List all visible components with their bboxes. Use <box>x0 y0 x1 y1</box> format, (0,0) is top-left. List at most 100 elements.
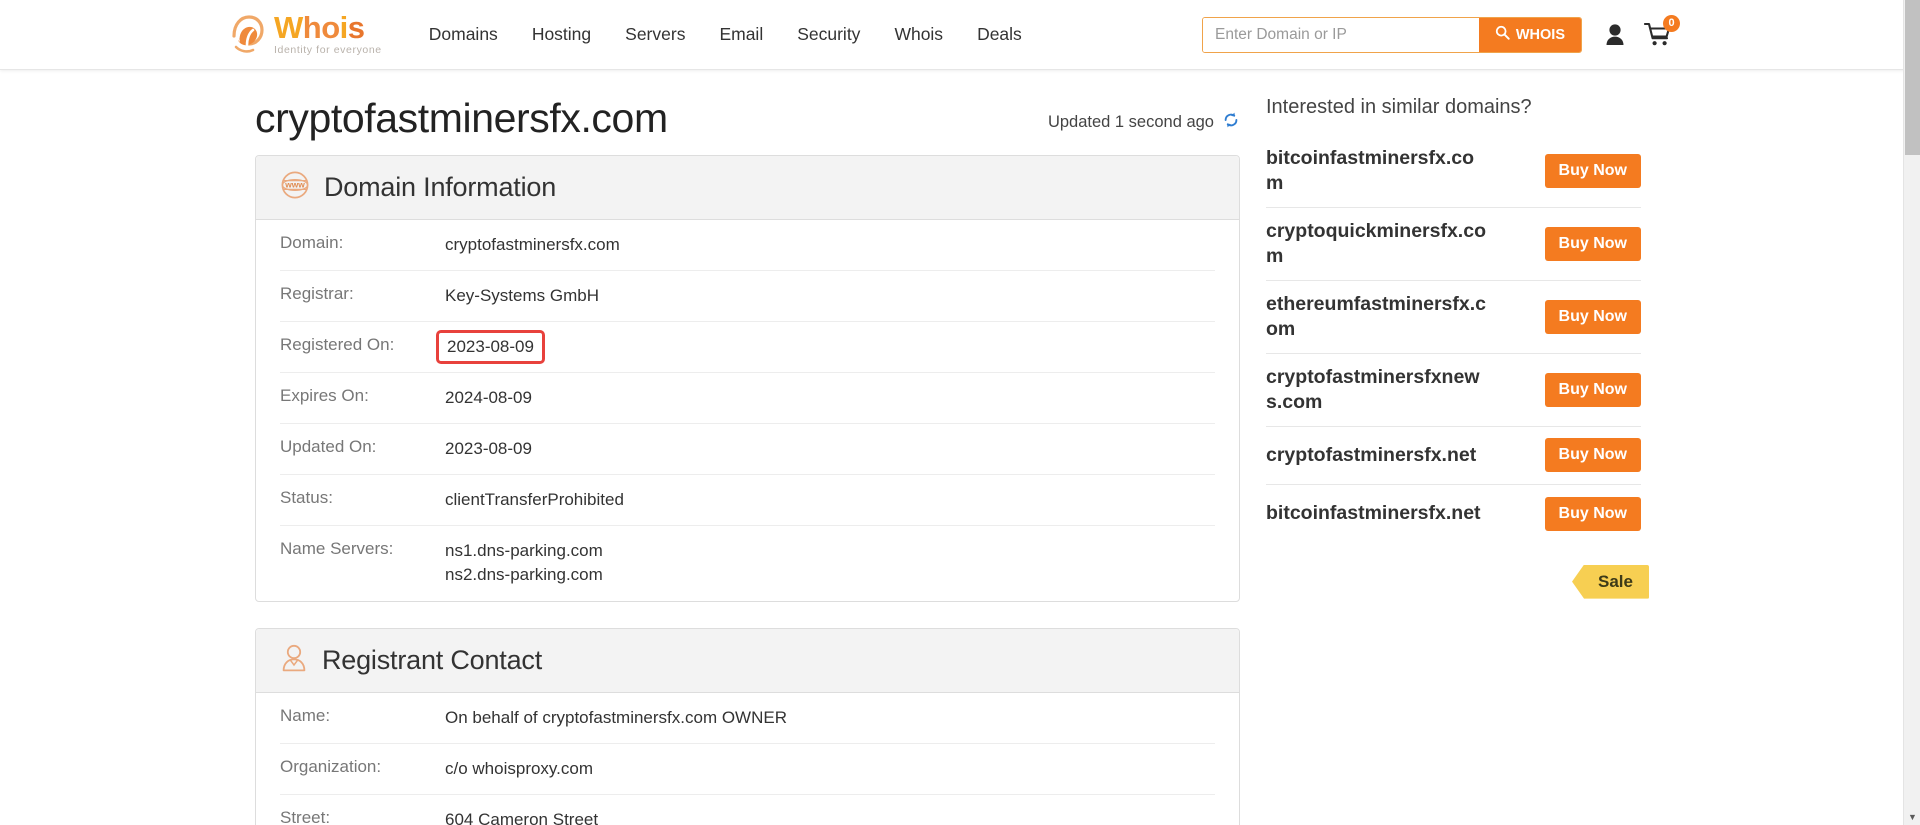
browser-viewport: Whois Identity for everyone Domains Host… <box>0 0 1920 825</box>
similar-domain-name[interactable]: cryptoquickminersfx.com <box>1266 219 1488 269</box>
row-value: c/o whoisproxy.com <box>445 758 594 778</box>
search-input[interactable] <box>1203 17 1479 52</box>
whois-search-button[interactable]: WHOIS <box>1478 17 1581 52</box>
svg-text:www: www <box>284 180 305 190</box>
name-server-entry: ns2.dns-parking.com <box>445 565 603 585</box>
table-row: Organization: c/o whoisproxy.com <box>280 744 1215 795</box>
panel-header: www Domain Information <box>256 156 1239 221</box>
header-icon-group: 0 <box>1604 14 1680 48</box>
row-value: 604 Cameron Street <box>445 809 599 825</box>
row-label: Name Servers: <box>280 539 394 559</box>
nav-item-hosting[interactable]: Hosting <box>515 18 608 51</box>
similar-domain-row: cryptofastminersfx.net Buy Now <box>1266 427 1641 485</box>
nav-item-whois[interactable]: Whois <box>877 18 960 51</box>
similar-domain-row: bitcoinfastminersfx.net Buy Now <box>1266 485 1641 543</box>
nav-item-security[interactable]: Security <box>780 18 877 51</box>
similar-domain-name[interactable]: bitcoinfastminersfx.net <box>1266 501 1481 526</box>
row-value: On behalf of cryptofastminersfx.com OWNE… <box>445 707 787 727</box>
row-value: 2024-08-09 <box>445 387 532 407</box>
cart-icon <box>1643 22 1672 52</box>
table-row: Status: clientTransferProhibited <box>280 475 1215 527</box>
row-value-multiline: ns1.dns-parking.com ns2.dns-parking.com <box>445 539 603 587</box>
scrollbar-thumb[interactable] <box>1905 0 1920 155</box>
similar-domain-row: ethereumfastminersfx.com Buy Now <box>1266 281 1641 354</box>
main-nav: Domains Hosting Servers Email Security W… <box>412 18 1039 51</box>
www-globe-icon: www <box>280 170 310 205</box>
table-row: Registrar: Key-Systems GmbH <box>280 271 1215 323</box>
promo-old-currency: $ <box>1357 703 1367 723</box>
sidebar: Interested in similar domains? bitcoinfa… <box>1266 96 1649 825</box>
similar-domain-row: cryptoquickminersfx.com Buy Now <box>1266 208 1641 281</box>
row-label: Organization: <box>280 756 382 776</box>
row-value: clientTransferProhibited <box>445 490 624 510</box>
nav-item-email[interactable]: Email <box>702 18 780 51</box>
whois-button-label: WHOIS <box>1515 26 1565 43</box>
promo-new-price: $1.88 <box>1448 685 1551 740</box>
promo-old-price: $29.88 <box>1357 704 1432 736</box>
cart-count-badge: 0 <box>1663 14 1680 32</box>
refresh-icon[interactable] <box>1222 111 1240 134</box>
sidebar-title: Interested in similar domains? <box>1266 96 1532 118</box>
similar-domain-name[interactable]: cryptofastminersfx.net <box>1266 443 1476 468</box>
row-value: Key-Systems GmbH <box>445 286 599 306</box>
panel-title: Domain Information <box>324 172 557 203</box>
table-row: Updated On: 2023-08-09 <box>280 424 1215 476</box>
table-row-name-servers: Name Servers: ns1.dns-parking.com ns2.dns… <box>280 526 1215 600</box>
nav-item-deals[interactable]: Deals <box>960 18 1039 51</box>
row-label: Registered On: <box>280 335 395 355</box>
whois-search-box: WHOIS <box>1202 16 1582 53</box>
row-label: Status: <box>280 488 333 508</box>
account-button[interactable] <box>1604 23 1626 47</box>
table-row: Domain: cryptofastminersfx.com <box>280 220 1215 272</box>
table-row-registered-on: Registered On: 2023-08-09 <box>280 322 1215 373</box>
table-row: Name: On behalf of cryptofastminersfx.co… <box>280 693 1215 744</box>
row-label: Updated On: <box>280 437 377 457</box>
promo-old-amount: 29.88 <box>1366 704 1432 735</box>
table-row: Expires On: 2024-08-09 <box>280 373 1215 425</box>
fingerprint-logo-icon <box>228 14 268 56</box>
similar-domain-name[interactable]: cryptofastminersfxnews.com <box>1266 365 1488 415</box>
panel-title: Registrant Contact <box>322 644 543 675</box>
similar-domain-row: cryptofastminersfxnews.com Buy Now <box>1266 354 1641 427</box>
row-label: Registrar: <box>280 284 354 304</box>
page-scrollbar[interactable]: ▼ <box>1903 0 1920 825</box>
row-label: Domain: <box>280 233 344 253</box>
buy-now-button[interactable]: Buy Now <box>1544 496 1641 531</box>
table-row: Street: 604 Cameron Street <box>280 795 1215 825</box>
nav-item-servers[interactable]: Servers <box>608 18 702 51</box>
row-label: Expires On: <box>280 385 369 405</box>
scroll-down-arrow-icon[interactable]: ▼ <box>1904 813 1920 822</box>
promo-new-amount: 1.88 <box>1462 685 1550 739</box>
logo-wordmark: Whois <box>274 10 365 46</box>
row-value: cryptofastminersfx.com <box>445 235 620 255</box>
site-logo[interactable]: Whois Identity for everyone <box>228 10 382 57</box>
title-row: cryptofastminersfx.com Updated 1 second … <box>255 95 1240 155</box>
name-server-entry: ns1.dns-parking.com <box>445 541 603 561</box>
similar-domain-name[interactable]: ethereumfastminersfx.com <box>1266 292 1488 342</box>
buy-now-button[interactable]: Buy Now <box>1544 226 1641 261</box>
row-value: 2023-08-09 <box>445 439 532 459</box>
page-title: cryptofastminersfx.com <box>255 95 668 141</box>
page-body: cryptofastminersfx.com Updated 1 second … <box>0 70 1920 825</box>
updated-status: Updated 1 second ago <box>1048 111 1240 141</box>
registered-on-value-highlighted: 2023-08-09 <box>436 330 545 364</box>
panel-header: Registrant Contact <box>256 628 1239 693</box>
similar-domain-name[interactable]: bitcoinfastminersfx.com <box>1266 146 1488 196</box>
buy-now-button[interactable]: Buy Now <box>1544 299 1641 334</box>
sale-ribbon: Sale <box>1572 564 1649 599</box>
buy-now-button[interactable]: Buy Now <box>1544 153 1641 188</box>
user-icon <box>1604 23 1626 51</box>
panel-domain-information: www Domain Information Domain: cryptofas… <box>255 155 1240 602</box>
buy-now-button[interactable]: Buy Now <box>1544 372 1641 407</box>
space-tld-promo-banner[interactable]: Sale .space $29.88 $1.88 <box>1266 542 1649 740</box>
buy-now-button[interactable]: Buy Now <box>1544 438 1641 473</box>
main-column: cryptofastminersfx.com Updated 1 second … <box>255 95 1240 825</box>
promo-tld-label: .space <box>1369 600 1538 664</box>
row-label: Street: <box>280 807 331 825</box>
row-label: Name: <box>280 705 331 725</box>
logo-tagline: Identity for everyone <box>274 44 382 57</box>
site-header: Whois Identity for everyone Domains Host… <box>0 0 1920 70</box>
cart-button[interactable]: 0 <box>1643 14 1680 48</box>
nav-item-domains[interactable]: Domains <box>412 18 515 51</box>
promo-price-group: $29.88 $1.88 <box>1266 685 1641 740</box>
